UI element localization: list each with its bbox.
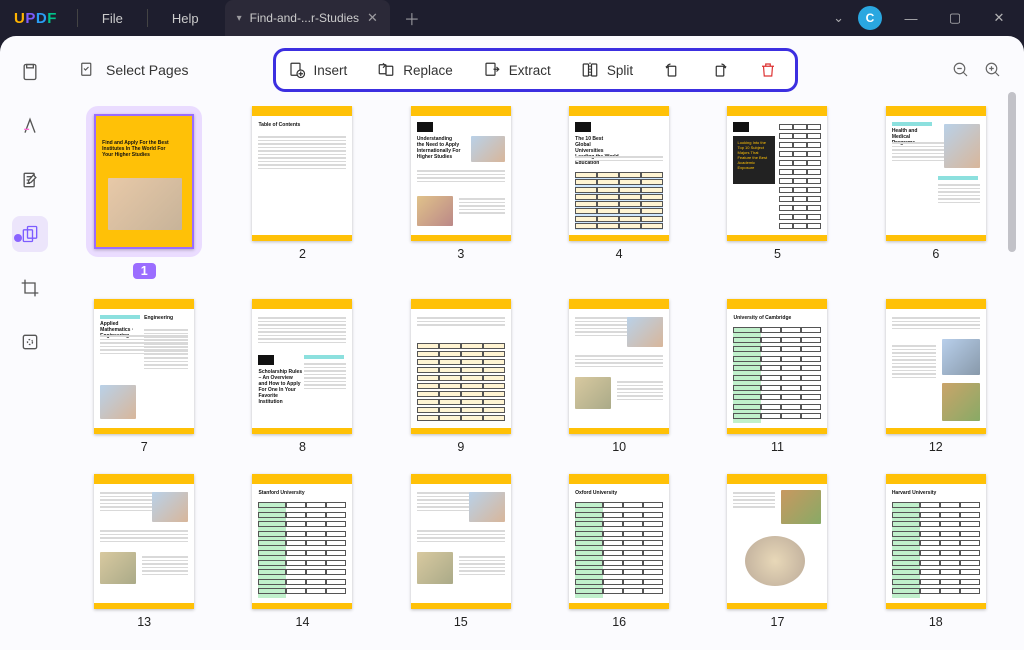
trash-icon <box>759 61 777 79</box>
page-thumbnail[interactable]: Health and Medical Programs6 <box>870 106 1002 279</box>
page-number: 14 <box>296 615 310 629</box>
page-toolbar: Select Pages Insert Replace Extract Spli… <box>78 48 1002 92</box>
crop-tool-icon[interactable] <box>12 270 48 306</box>
page-thumbnail[interactable]: 12 <box>870 299 1002 454</box>
tab-close-icon[interactable]: ✕ <box>367 10 378 26</box>
page-thumbnail[interactable]: University of Cambridge11 <box>711 299 843 454</box>
page-thumbnail[interactable]: Table of Contents2 <box>236 106 368 279</box>
window-close-button[interactable]: ✕ <box>984 10 1014 26</box>
page-number: 5 <box>774 247 781 261</box>
insert-icon <box>288 61 306 79</box>
rotate-left-icon <box>663 61 681 79</box>
delete-button[interactable] <box>759 61 777 79</box>
page-number: 9 <box>457 440 464 454</box>
page-thumbnail[interactable]: Looking Into the Top 10 Subject Majors T… <box>711 106 843 279</box>
page-number: 11 <box>771 440 784 454</box>
app-logo: UPDF <box>0 10 71 27</box>
user-avatar[interactable]: C <box>858 6 882 30</box>
zoom-out-icon[interactable] <box>952 61 970 79</box>
document-tab[interactable]: ▾ Find-and-...r-Studies ✕ <box>225 0 390 36</box>
watermark-tool-icon[interactable] <box>12 324 48 360</box>
page-thumbnail-grid: Find and Apply For the Best Institutes I… <box>78 106 1002 649</box>
extract-button[interactable]: Extract <box>483 61 551 79</box>
page-thumbnail[interactable]: Harvard University18 <box>870 474 1002 629</box>
page-number: 15 <box>454 615 468 629</box>
page-thumbnail[interactable]: 10 <box>553 299 685 454</box>
page-number: 17 <box>771 615 785 629</box>
page-number: 18 <box>929 615 943 629</box>
tool-indicator-icon <box>14 234 22 242</box>
page-thumbnail[interactable]: 17 <box>711 474 843 629</box>
page-number: 13 <box>137 615 151 629</box>
replace-button[interactable]: Replace <box>377 61 453 79</box>
menu-help[interactable]: Help <box>154 11 217 26</box>
rotate-right-button[interactable] <box>711 61 729 79</box>
app-body: Select Pages Insert Replace Extract Spli… <box>0 36 1024 650</box>
rotate-left-button[interactable] <box>663 61 681 79</box>
page-tools-highlight: Insert Replace Extract Split <box>273 48 799 92</box>
zoom-in-icon[interactable] <box>984 61 1002 79</box>
page-number: 7 <box>141 440 148 454</box>
page-thumbnail[interactable]: 15 <box>395 474 527 629</box>
tab-overflow-icon[interactable]: ⌄ <box>833 10 844 26</box>
zoom-tools <box>952 61 1002 79</box>
page-number: 12 <box>929 440 943 454</box>
select-pages-button[interactable]: Select Pages <box>78 61 189 79</box>
window-minimize-button[interactable]: — <box>896 11 926 26</box>
select-pages-icon <box>78 61 96 79</box>
tab-dropdown-icon[interactable]: ▾ <box>237 13 242 24</box>
insert-button[interactable]: Insert <box>288 61 348 79</box>
split-button[interactable]: Split <box>581 61 633 79</box>
comment-tool-icon[interactable] <box>12 108 48 144</box>
page-number: 16 <box>612 615 626 629</box>
page-number: 3 <box>457 247 464 261</box>
page-thumbnail[interactable]: Oxford University16 <box>553 474 685 629</box>
edit-tool-icon[interactable] <box>12 162 48 198</box>
page-number: 4 <box>616 247 623 261</box>
page-number: 2 <box>299 247 306 261</box>
page-thumbnail[interactable]: Stanford University14 <box>236 474 368 629</box>
replace-icon <box>377 61 395 79</box>
page-number: 10 <box>612 440 626 454</box>
main-panel: Select Pages Insert Replace Extract Spli… <box>60 36 1024 650</box>
tab-title: Find-and-...r-Studies <box>250 11 359 25</box>
window-maximize-button[interactable]: ▢ <box>940 10 970 26</box>
scrollbar[interactable] <box>1008 92 1018 638</box>
left-toolbar <box>0 36 60 650</box>
page-number: 6 <box>932 247 939 261</box>
page-thumbnail[interactable]: Applied Mathematics · EngineeringEnginee… <box>78 299 210 454</box>
menu-file[interactable]: File <box>84 11 141 26</box>
page-thumbnail[interactable]: 9 <box>395 299 527 454</box>
titlebar: UPDF File Help ▾ Find-and-...r-Studies ✕… <box>0 0 1024 36</box>
extract-icon <box>483 61 501 79</box>
page-thumbnail[interactable]: Scholarship Rules – An Overview and How … <box>236 299 368 454</box>
page-thumbnail[interactable]: 13 <box>78 474 210 629</box>
page-number: 1 <box>133 263 156 279</box>
new-tab-button[interactable]: ＋ <box>390 6 434 30</box>
page-thumbnail[interactable]: Understanding the Need to Apply Internat… <box>395 106 527 279</box>
reader-tool-icon[interactable] <box>12 54 48 90</box>
split-icon <box>581 61 599 79</box>
rotate-right-icon <box>711 61 729 79</box>
page-thumbnail[interactable]: Find and Apply For the Best Institutes I… <box>78 106 210 279</box>
page-thumbnail[interactable]: The 10 Best Global Universities Leading … <box>553 106 685 279</box>
page-number: 8 <box>299 440 306 454</box>
